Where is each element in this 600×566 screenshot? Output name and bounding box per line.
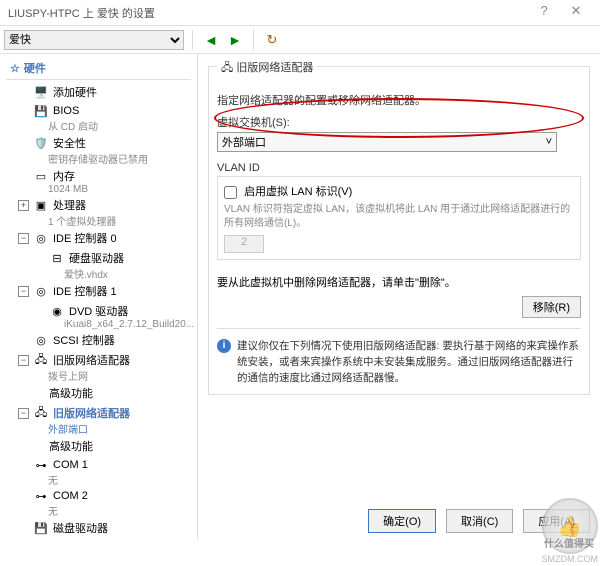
nav-forward-icon[interactable]: ► [225,30,245,50]
remove-button[interactable]: 移除(R) [522,296,581,318]
window-titlebar: LIUSPY-HTPC 上 爱快 的设置 ? ✕ [0,0,600,26]
tree-memory[interactable]: ▭内存 [0,166,197,186]
content-pane: 🖧 旧版网络适配器 指定网络适配器的配置或移除网络适配器。 虚拟交换机(S): … [198,54,600,538]
vlan-checkbox-row[interactable]: 启用虚拟 LAN 标识(V) [224,186,352,198]
tree-bios-sub: 从 CD 启动 [0,118,197,133]
collapse-icon[interactable]: − [18,355,29,366]
vswitch-combo[interactable]: 外部端口 ˅ [217,132,557,152]
ok-button[interactable]: 确定(O) [368,509,436,533]
collapse-icon[interactable]: − [18,408,29,419]
cancel-button[interactable]: 取消(C) [446,509,513,533]
remove-instruction: 要从此虚拟机中删除网络适配器，请单击"删除"。 [217,274,456,290]
vswitch-value: 外部端口 [222,134,266,150]
group-title: 旧版网络适配器 [236,62,313,74]
tree-adv-1[interactable]: 高级功能 [0,383,197,403]
vswitch-label: 虚拟交换机(S): [217,114,581,130]
tree-legacy-net-2-sub: 外部端口 [0,421,197,436]
vlan-checkbox-label: 启用虚拟 LAN 标识(V) [244,186,352,198]
tree-legacy-net-2[interactable]: −🖧旧版网络适配器 [0,403,197,423]
dvd-icon: ◉ [49,304,65,318]
port-icon: ⊶ [33,458,49,472]
info-text: 建议你仅在下列情况下使用旧版网络适配器: 要执行基于网络的来宾操作系统安装，或者… [237,339,581,386]
collapse-icon[interactable]: − [18,233,29,244]
controller-icon: ◎ [33,231,49,245]
tree-security-sub: 密钥存储驱动器已禁用 [0,151,197,166]
hardware-header: ☆ 硬件 [6,58,191,80]
tree-legacy-net-1[interactable]: −🖧旧版网络适配器 [0,350,197,370]
info-icon: i [217,339,231,353]
vlan-checkbox[interactable] [224,186,237,199]
vlan-hint: VLAN 标识符指定虚拟 LAN，该虚拟机将此 LAN 用于通过此网络适配器进行… [224,203,574,231]
memory-icon: ▭ [33,169,49,183]
port-icon: ⊶ [33,489,49,503]
window-title: LIUSPY-HTPC 上 爱快 的设置 [8,5,155,21]
expand-icon[interactable]: + [18,200,29,211]
controller-icon: ◎ [33,284,49,298]
tree-cpu[interactable]: +▣处理器 [0,195,197,215]
chevron-down-icon: ˅ [546,136,552,148]
tree-hdd-sub: 爱快.vhdx [0,266,197,281]
tree-floppy[interactable]: 💾磁盘驱动器 [0,518,197,538]
close-button[interactable]: ✕ [560,3,592,23]
controller-icon: ◎ [33,333,49,347]
nav-back-icon[interactable]: ◄ [201,30,221,50]
network-icon: 🖧 [33,353,49,367]
tree-legacy-net-1-sub: 拨号上网 [0,368,197,383]
tree-security[interactable]: 🛡️安全性 [0,133,197,153]
tree-ide1[interactable]: −◎IDE 控制器 1 [0,281,197,301]
network-icon: 🖧 [221,62,233,74]
tree-scsi[interactable]: ◎SCSI 控制器 [0,330,197,350]
vlan-label: VLAN ID [217,162,581,174]
shield-icon: 🛡️ [33,136,49,150]
instruction-text: 指定网络适配器的配置或移除网络适配器。 [217,92,581,108]
settings-tree: ☆ 硬件 🖥️添加硬件 💾BIOS 从 CD 启动 🛡️安全性 密钥存储驱动器已… [0,54,198,538]
tree-floppy-sub: 无 [0,536,197,538]
network-icon: 🖧 [33,406,49,420]
tree-com2-sub: 无 [0,503,197,518]
adapter-groupbox: 🖧 旧版网络适配器 指定网络适配器的配置或移除网络适配器。 虚拟交换机(S): … [208,66,590,395]
tree-dvd-sub: iKuai8_x64_2.7.12_Build20... [0,319,197,330]
floppy-icon: 💾 [33,521,49,535]
tree-ide0[interactable]: −◎IDE 控制器 0 [0,228,197,248]
tree-add-hardware[interactable]: 🖥️添加硬件 [0,82,197,102]
vlan-id-input: 2 [224,235,264,253]
tree-cpu-sub: 1 个虚拟处理器 [0,213,197,228]
watermark: 👍 什么值得买 SMZDM.COM [542,498,599,564]
hdd-icon: ⊟ [49,251,65,265]
refresh-icon[interactable]: ↻ [262,30,282,50]
toolbar: 爱快 ◄ ► ↻ [0,26,600,54]
tree-com1-sub: 无 [0,472,197,487]
vm-selector[interactable]: 爱快 [4,30,184,50]
tree-adv-2[interactable]: 高级功能 [0,436,197,456]
tree-hdd[interactable]: ⊟硬盘驱动器 [0,248,197,268]
cpu-icon: ▣ [33,198,49,212]
help-button[interactable]: ? [528,3,560,23]
tree-dvd[interactable]: ◉DVD 驱动器 [0,301,197,321]
collapse-icon[interactable]: − [18,286,29,297]
tree-memory-sub: 1024 MB [0,184,197,195]
